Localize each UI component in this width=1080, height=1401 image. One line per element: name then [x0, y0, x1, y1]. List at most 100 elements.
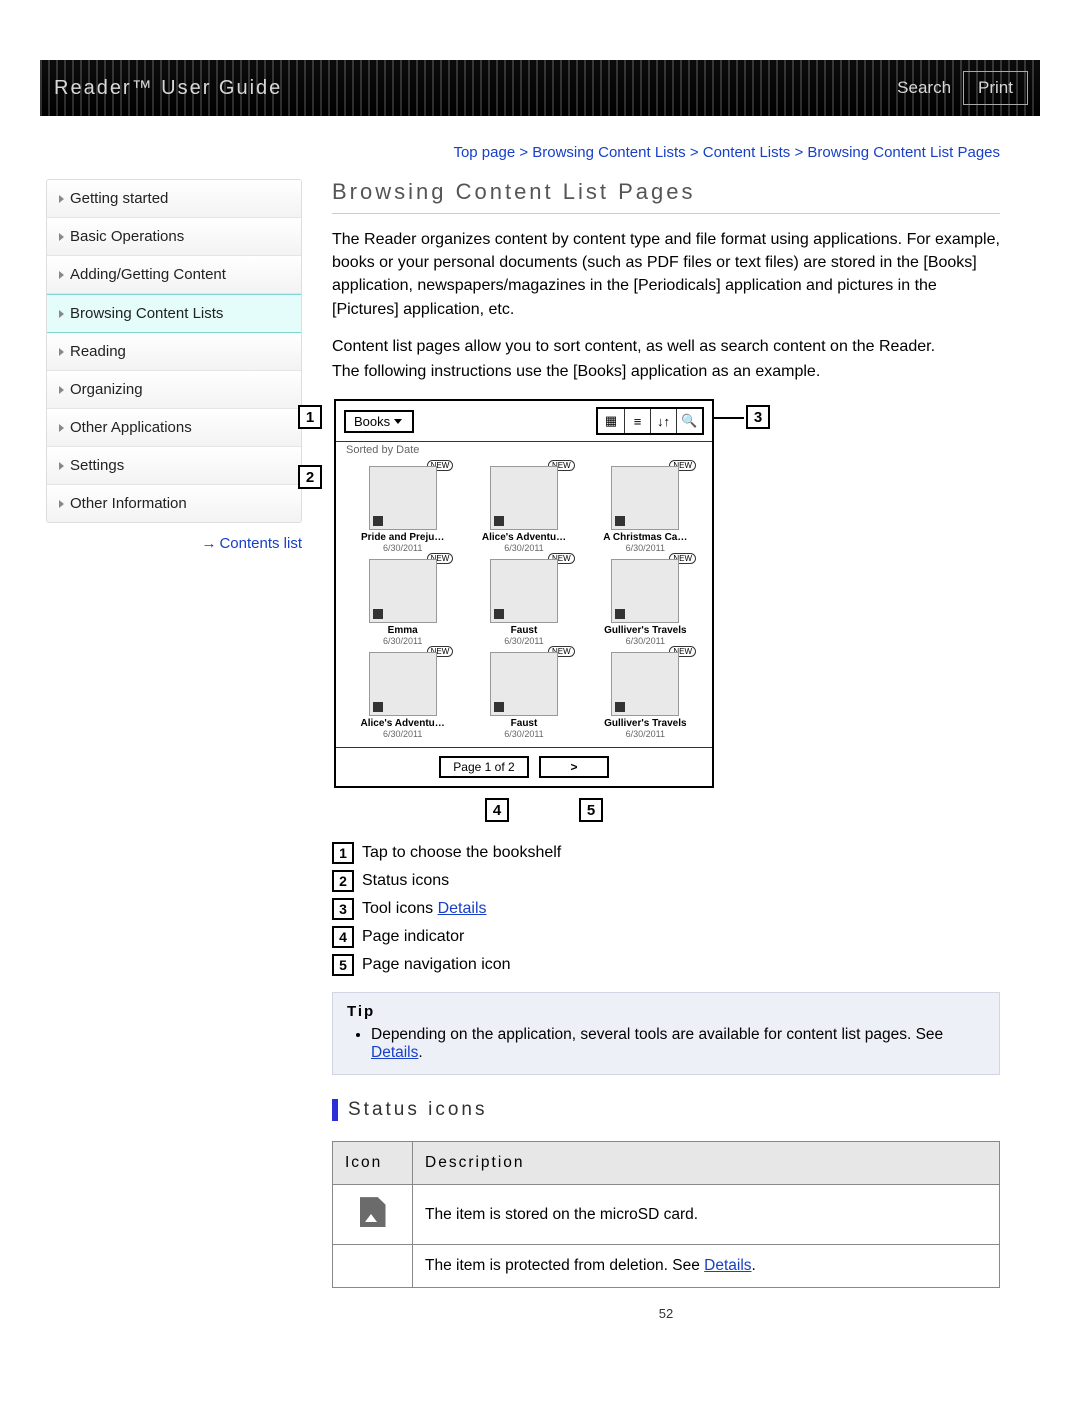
book-item[interactable]: NEWAlice's Adventu…6/30/2011: [346, 652, 459, 739]
book-date: 6/30/2011: [346, 636, 459, 646]
contents-list-link[interactable]: Contents list: [219, 535, 302, 552]
nav-label: Other Information: [70, 495, 187, 512]
contents-list-link-row: →Contents list: [46, 535, 302, 552]
nav-item-organizing[interactable]: Organizing: [47, 371, 301, 409]
main-content: Browsing Content List Pages The Reader o…: [332, 179, 1000, 1321]
book-cover: [490, 466, 558, 530]
caret-right-icon: [59, 348, 64, 356]
nav-label: Other Applications: [70, 419, 192, 436]
tip-title: Tip: [347, 1003, 985, 1020]
book-date: 6/30/2011: [346, 543, 459, 553]
details-link[interactable]: Details: [371, 1044, 418, 1061]
search-icon[interactable]: 🔍: [676, 409, 702, 433]
nav-label: Getting started: [70, 190, 168, 207]
sidebar: Getting started Basic Operations Adding/…: [46, 179, 302, 1321]
book-title: Pride and Preju…: [346, 532, 459, 543]
row-desc: The item is protected from deletion. See…: [413, 1245, 1000, 1288]
book-title: Faust: [467, 625, 580, 636]
search-link[interactable]: Search: [897, 78, 951, 98]
bookshelf-dropdown[interactable]: Books: [344, 410, 414, 433]
book-date: 6/30/2011: [589, 543, 702, 553]
page-indicator[interactable]: Page 1 of 2: [439, 756, 529, 778]
legend-text: Status icons: [362, 872, 449, 890]
nav-item-other-applications[interactable]: Other Applications: [47, 409, 301, 447]
caret-right-icon: [59, 386, 64, 394]
legend-row: 1 Tap to choose the bookshelf: [332, 842, 1000, 864]
nav-label: Settings: [70, 457, 124, 474]
nav-item-basic-operations[interactable]: Basic Operations: [47, 218, 301, 256]
th-description: Description: [413, 1142, 1000, 1185]
callout-5: 5: [579, 798, 603, 822]
microsd-icon: [360, 1197, 386, 1227]
book-cover: [611, 466, 679, 530]
legend-row: 5Page navigation icon: [332, 954, 1000, 976]
page-number: 52: [332, 1306, 1000, 1321]
book-item[interactable]: NEWGulliver's Travels6/30/2011: [589, 652, 702, 739]
book-cover: [369, 652, 437, 716]
breadcrumb[interactable]: Top page > Browsing Content Lists > Cont…: [40, 144, 1000, 161]
print-button[interactable]: Print: [963, 71, 1028, 105]
legend-num: 3: [332, 898, 354, 920]
list-view-icon[interactable]: ≡: [624, 409, 650, 433]
nav-item-other-information[interactable]: Other Information: [47, 485, 301, 522]
caret-right-icon: [59, 271, 64, 279]
sorted-by-label: Sorted by Date: [336, 442, 712, 462]
grid-view-icon[interactable]: ▦: [598, 409, 624, 433]
sort-icon[interactable]: ↓↑: [650, 409, 676, 433]
caret-right-icon: [59, 462, 64, 470]
book-grid: NEWPride and Preju…6/30/2011 NEWAlice's …: [336, 462, 712, 747]
nav-label: Organizing: [70, 381, 143, 398]
tip-text: Depending on the application, several to…: [371, 1026, 943, 1043]
intro-para-2: Content list pages allow you to sort con…: [332, 335, 1000, 358]
tip-item: Depending on the application, several to…: [371, 1026, 985, 1062]
nav-label: Adding/Getting Content: [70, 266, 226, 283]
nav-item-browsing-content-lists[interactable]: Browsing Content Lists: [47, 294, 301, 333]
book-item[interactable]: NEWA Christmas Ca…6/30/2011: [589, 466, 702, 553]
book-date: 6/30/2011: [467, 543, 580, 553]
book-date: 6/30/2011: [467, 729, 580, 739]
th-icon: Icon: [333, 1142, 413, 1185]
callout-legend: 1Tap to choose the bookshelf 2Status ico…: [332, 842, 1000, 976]
book-item[interactable]: NEWFaust6/30/2011: [467, 652, 580, 739]
legend-text: Tool icons: [362, 900, 438, 917]
book-cover: [611, 559, 679, 623]
arrow-right-icon: →: [201, 535, 216, 552]
book-date: 6/30/2011: [589, 636, 702, 646]
book-cover: [369, 466, 437, 530]
book-item[interactable]: NEWAlice's Adventu…6/30/2011: [467, 466, 580, 553]
page-next-button[interactable]: >: [539, 756, 609, 778]
book-item[interactable]: NEWGulliver's Travels6/30/2011: [589, 559, 702, 646]
status-icons-table: Icon Description The item is stored on t…: [332, 1141, 1000, 1288]
book-cover: [369, 559, 437, 623]
nav-item-getting-started[interactable]: Getting started: [47, 180, 301, 218]
app-title: Reader™ User Guide: [54, 77, 282, 100]
nav-item-adding-content[interactable]: Adding/Getting Content: [47, 256, 301, 294]
book-item[interactable]: NEWPride and Preju…6/30/2011: [346, 466, 459, 553]
legend-num: 4: [332, 926, 354, 948]
desc-pre: The item is protected from deletion. See: [425, 1257, 704, 1274]
legend-row: 4Page indicator: [332, 926, 1000, 948]
book-item[interactable]: NEWFaust6/30/2011: [467, 559, 580, 646]
caret-right-icon: [59, 500, 64, 508]
nav-item-settings[interactable]: Settings: [47, 447, 301, 485]
details-link[interactable]: Details: [704, 1257, 751, 1274]
callout-2: 2: [298, 465, 322, 489]
legend-text: Tap to choose the bookshelf: [362, 844, 561, 862]
book-cover: [611, 652, 679, 716]
caret-right-icon: [59, 233, 64, 241]
legend-num: 1: [332, 842, 354, 864]
caret-right-icon: [59, 195, 64, 203]
book-date: 6/30/2011: [346, 729, 459, 739]
callout-1: 1: [298, 405, 322, 429]
book-title: Faust: [467, 718, 580, 729]
dropdown-label: Books: [354, 414, 390, 429]
legend-row: 3 Tool icons Details: [332, 898, 1000, 920]
book-item[interactable]: NEWEmma6/30/2011: [346, 559, 459, 646]
tip-period: .: [418, 1044, 422, 1061]
details-link[interactable]: Details: [438, 900, 487, 917]
toolbar: ▦ ≡ ↓↑ 🔍: [596, 407, 704, 435]
device-illustration: 1 2 3 Books ▦ ≡ ↓↑ 🔍 Sorted by Date: [334, 399, 714, 822]
book-date: 6/30/2011: [467, 636, 580, 646]
nav-label: Browsing Content Lists: [70, 305, 223, 322]
nav-item-reading[interactable]: Reading: [47, 333, 301, 371]
